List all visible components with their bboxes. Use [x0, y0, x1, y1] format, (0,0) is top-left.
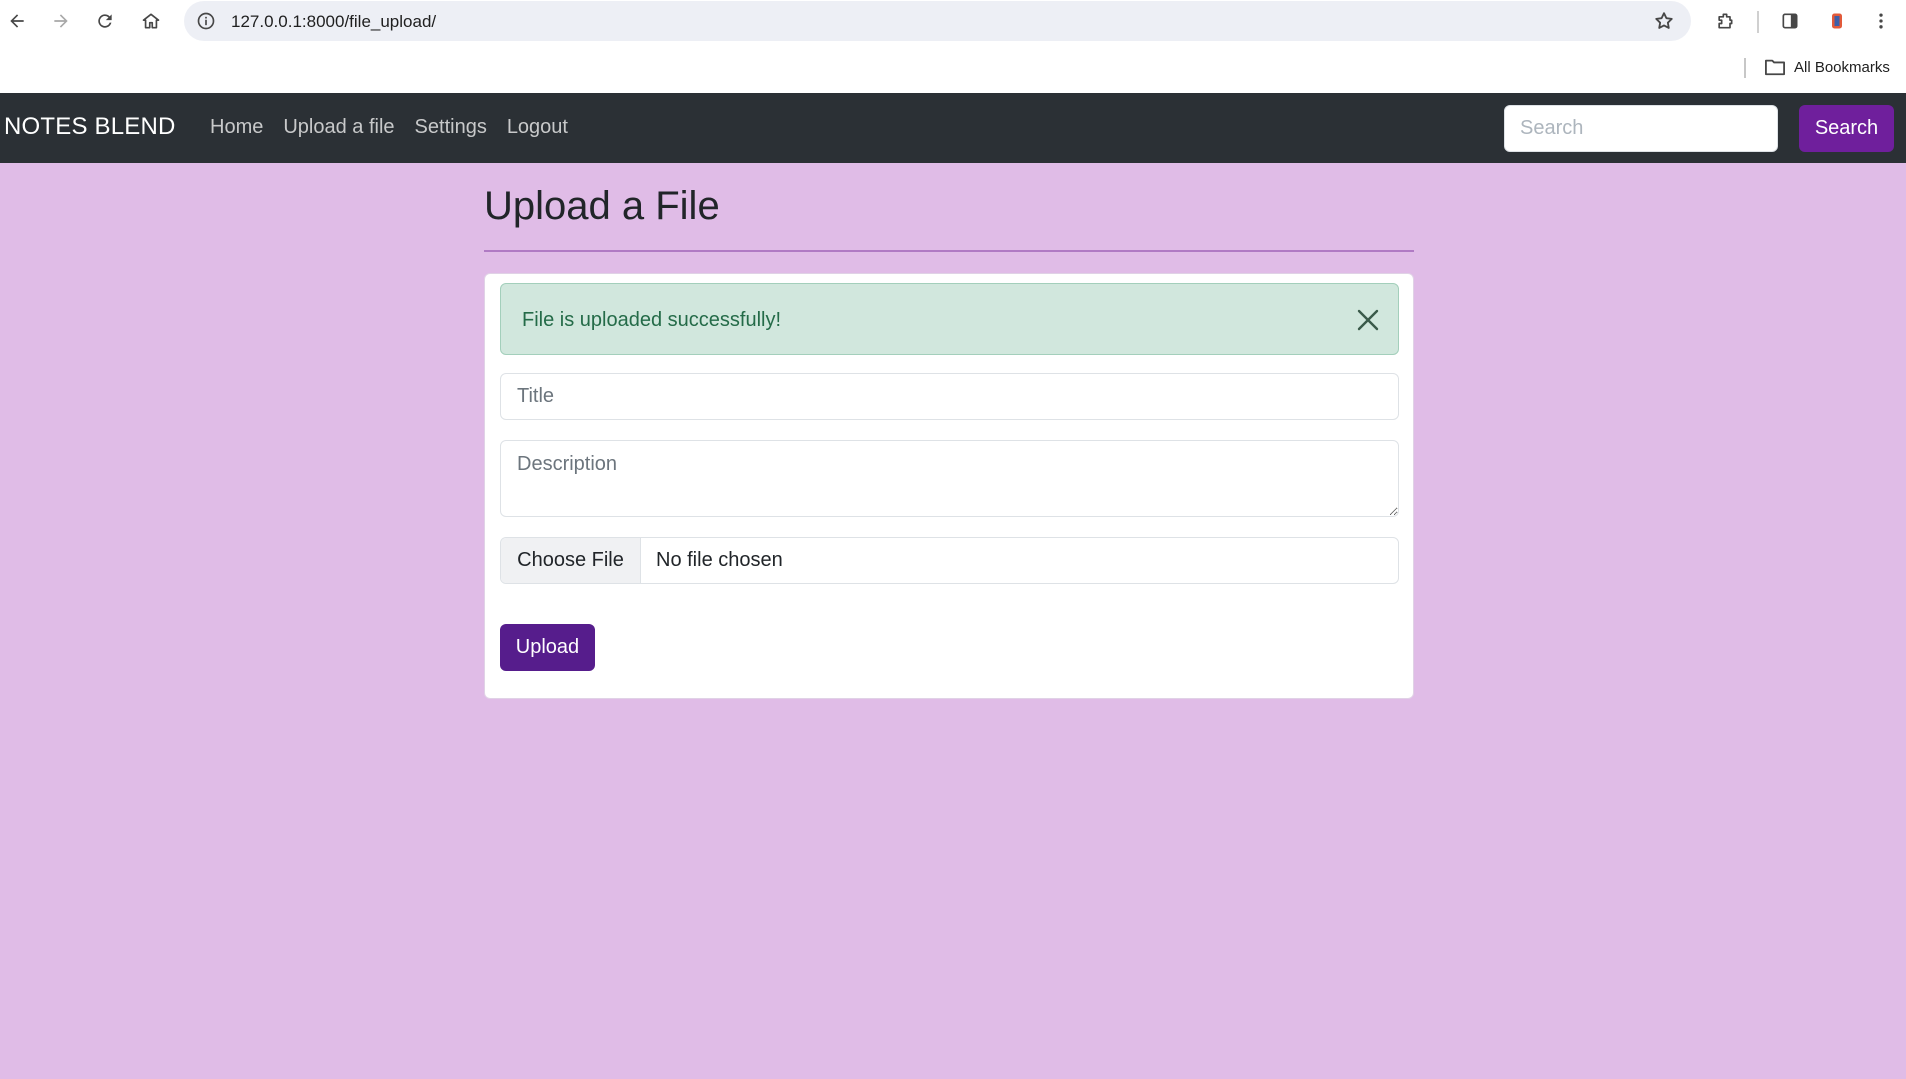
all-bookmarks-folder[interactable]: All Bookmarks — [1764, 57, 1890, 77]
all-bookmarks-label[interactable]: All Bookmarks — [1794, 59, 1890, 76]
navbar-search-input[interactable] — [1504, 105, 1778, 152]
bookmarks-divider — [1744, 58, 1746, 78]
alert-message: File is uploaded successfully! — [522, 309, 782, 331]
home-icon[interactable] — [136, 6, 166, 36]
app-navbar: NOTES BLEND Home Upload a file Settings … — [0, 93, 1906, 163]
title-divider — [484, 250, 1414, 252]
extensions-icon[interactable] — [1710, 6, 1740, 36]
choose-file-button[interactable]: Choose File — [501, 538, 641, 583]
nav-links: Home Upload a file Settings Logout — [210, 116, 588, 139]
reload-icon[interactable] — [90, 6, 120, 36]
browser-toolbar: 127.0.0.1:8000/file_upload/ — [0, 0, 1906, 43]
upload-form-card: File is uploaded successfully! Choose Fi… — [484, 273, 1414, 699]
forward-icon[interactable] — [46, 6, 76, 36]
address-url[interactable]: 127.0.0.1:8000/file_upload/ — [231, 12, 436, 32]
nav-link-logout[interactable]: Logout — [507, 116, 568, 139]
file-status-text: No file chosen — [656, 549, 783, 571]
folder-icon — [1764, 59, 1785, 76]
file-input[interactable]: Choose File No file chosen — [500, 537, 1399, 584]
profile-avatar-icon[interactable] — [1822, 6, 1852, 36]
bookmark-star-icon[interactable] — [1653, 10, 1675, 32]
menu-kebab-icon[interactable] — [1866, 6, 1896, 36]
side-panel-icon[interactable] — [1775, 6, 1805, 36]
brand-logo[interactable]: NOTES BLEND — [4, 113, 176, 141]
nav-link-settings[interactable]: Settings — [415, 116, 487, 139]
description-textarea[interactable] — [500, 440, 1399, 517]
toolbar-divider — [1757, 11, 1759, 33]
site-info-icon[interactable] — [196, 11, 216, 31]
nav-link-home[interactable]: Home — [210, 116, 263, 139]
success-alert: File is uploaded successfully! — [500, 283, 1399, 355]
navbar-search-button[interactable]: Search — [1799, 105, 1894, 152]
upload-button[interactable]: Upload — [500, 624, 595, 671]
page-title: Upload a File — [484, 184, 720, 228]
back-icon[interactable] — [2, 6, 32, 36]
bookmarks-bar: All Bookmarks — [0, 43, 1906, 93]
address-bar[interactable]: 127.0.0.1:8000/file_upload/ — [184, 1, 1691, 41]
nav-link-upload[interactable]: Upload a file — [283, 116, 394, 139]
close-icon[interactable] — [1356, 308, 1380, 332]
title-input[interactable] — [500, 373, 1399, 420]
